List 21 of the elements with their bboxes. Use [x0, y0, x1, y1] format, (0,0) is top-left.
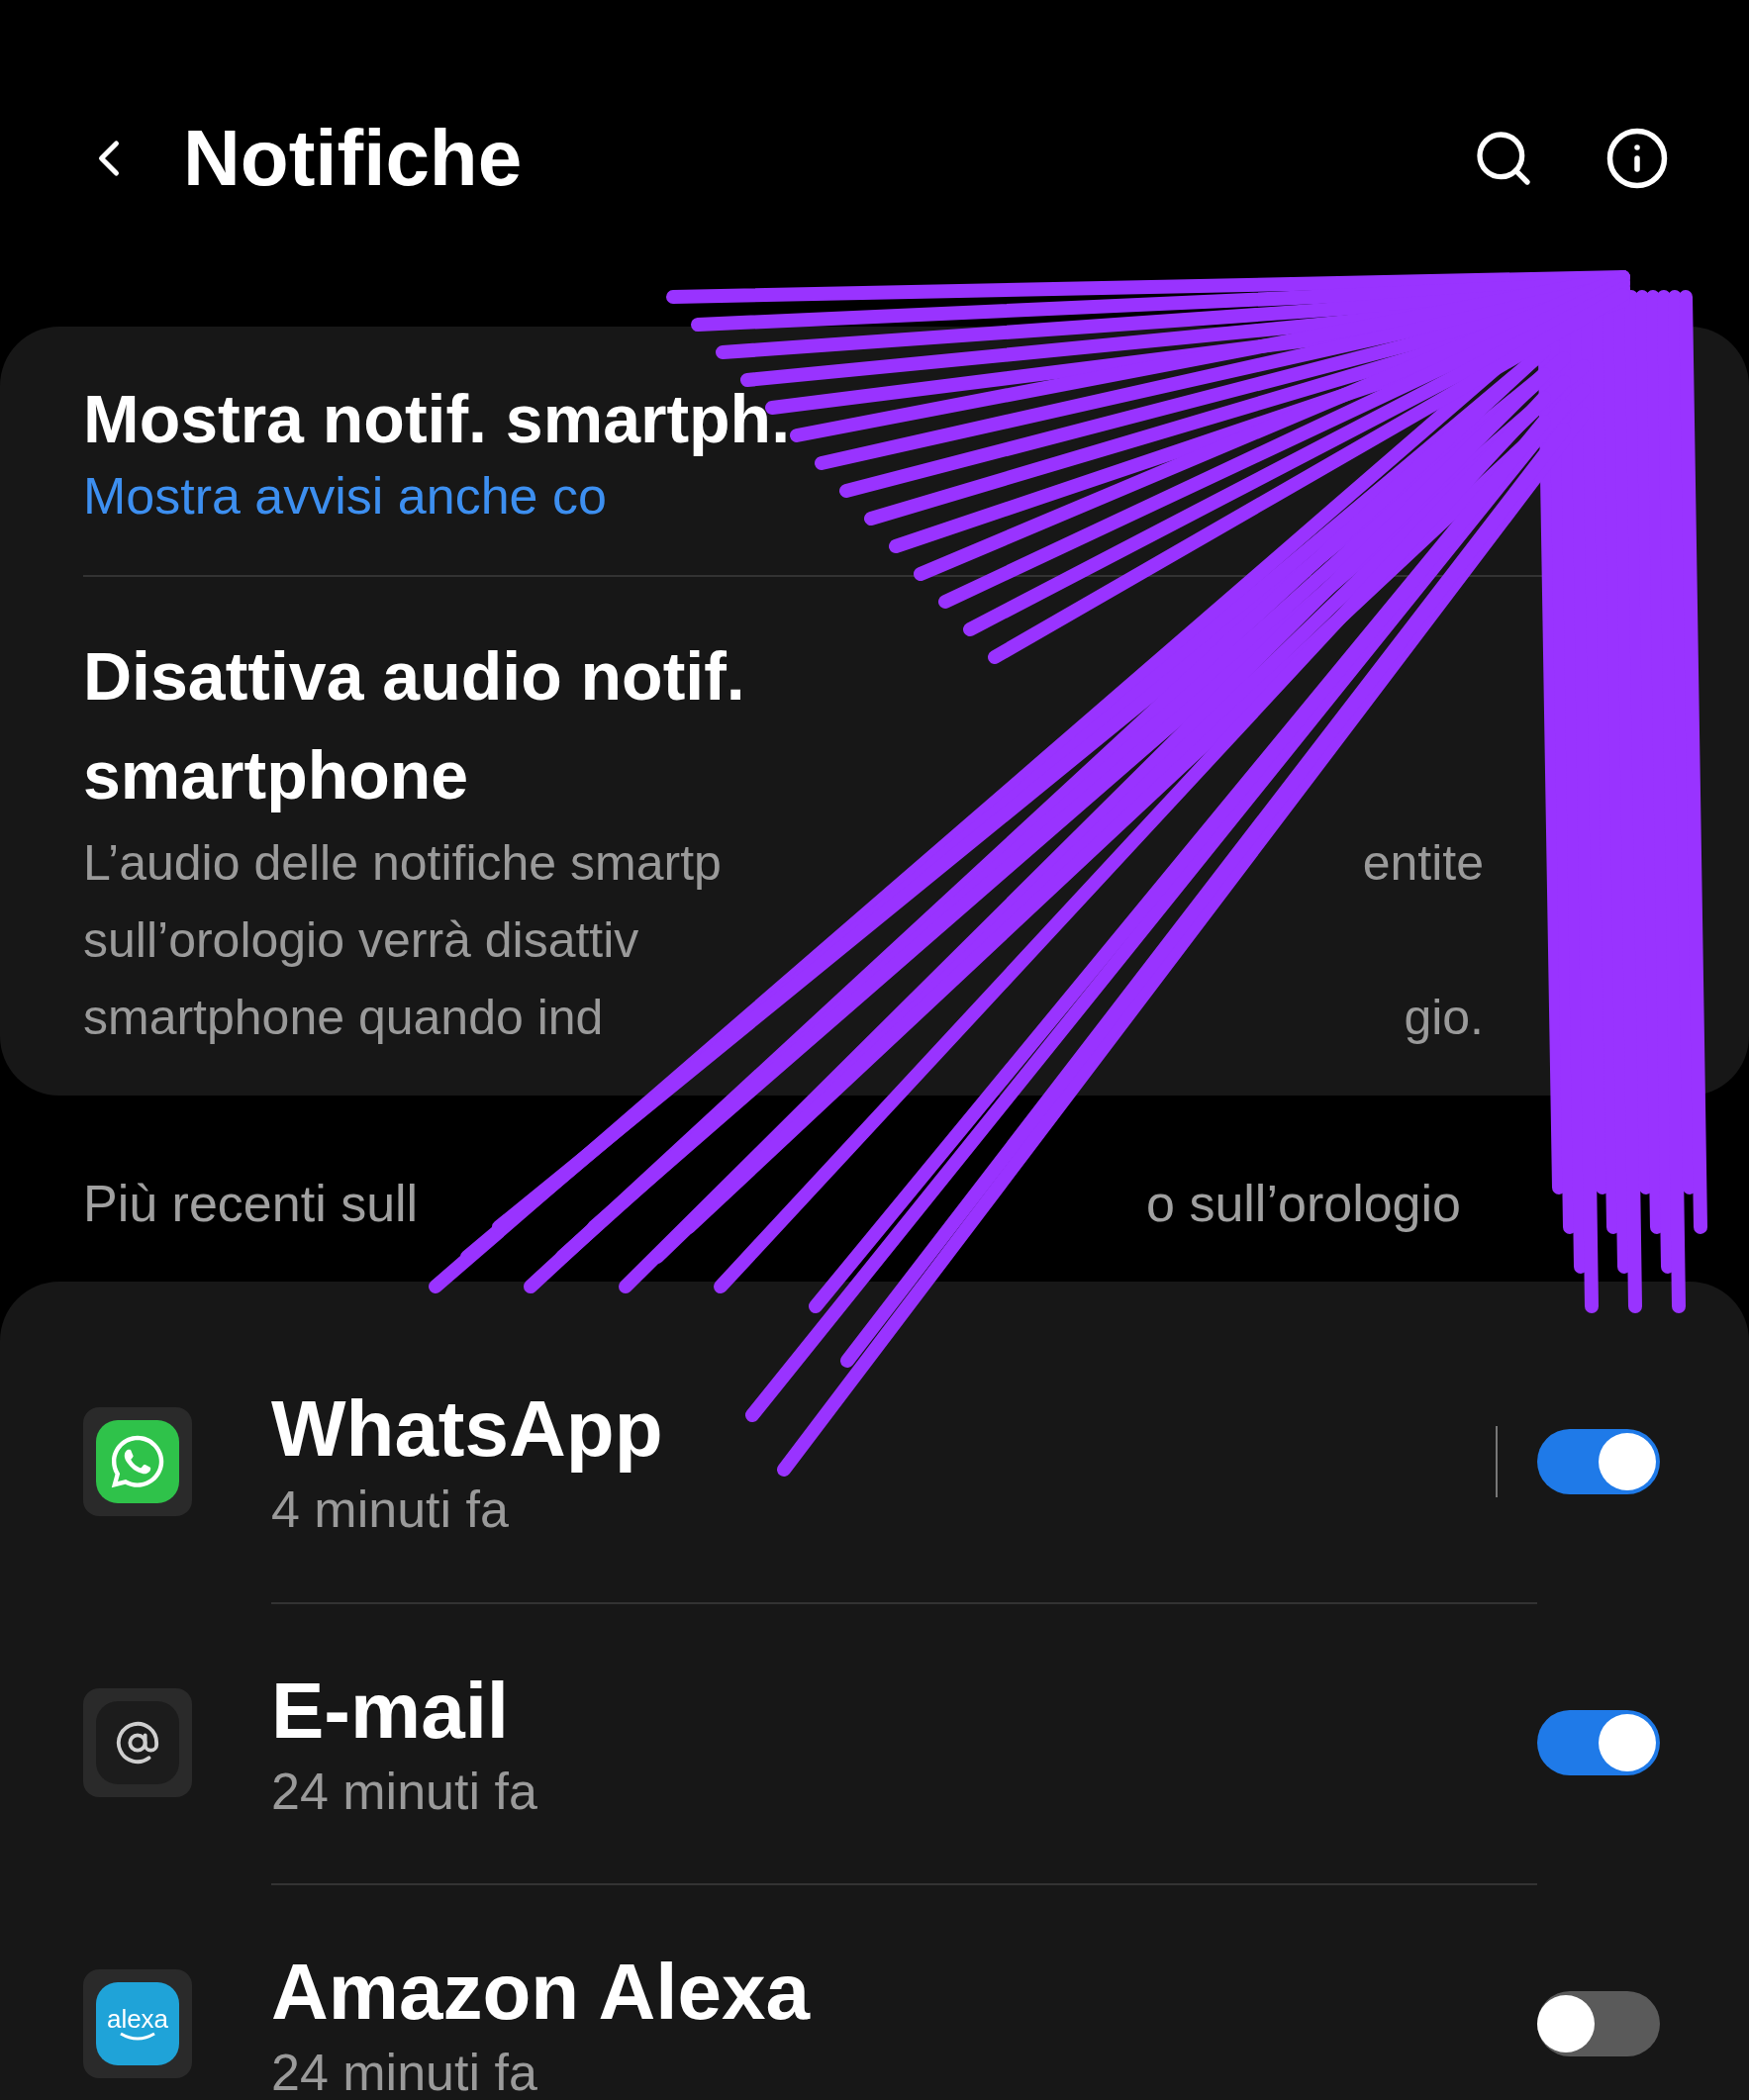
setting-description: entite [1362, 834, 1484, 893]
setting-description: smartphone quando ind [83, 989, 604, 1047]
setting-description: sull’orologio verrà disattiv [83, 911, 639, 970]
alexa-app-icon: alexa [83, 1969, 192, 2078]
info-icon[interactable] [1604, 126, 1670, 191]
setting-description: L’audio delle notifiche smartp [83, 834, 722, 893]
section-header: Più recenti sull [83, 1174, 419, 1234]
setting-title[interactable]: Mostra notif. smartph. [83, 376, 1666, 461]
app-time: 4 minuti fa [271, 1480, 510, 1540]
section-header: o sull’orologio [1146, 1174, 1461, 1234]
setting-title: Disattiva audio notif. smartphone [83, 637, 746, 814]
app-name: WhatsApp [271, 1384, 664, 1475]
app-time: 24 minuti fa [271, 2043, 538, 2100]
app-name: Amazon Alexa [271, 1947, 812, 2038]
setting-description: gio. [1404, 989, 1484, 1047]
setting-subtitle: Mostra avvisi anche co [83, 466, 608, 526]
email-app-icon [83, 1688, 192, 1797]
app-time: 24 minuti fa [271, 1762, 538, 1822]
chat-app-icon [83, 1407, 192, 1516]
page-title: Notifiche [183, 113, 523, 204]
app-name: E-mail [271, 1666, 511, 1757]
